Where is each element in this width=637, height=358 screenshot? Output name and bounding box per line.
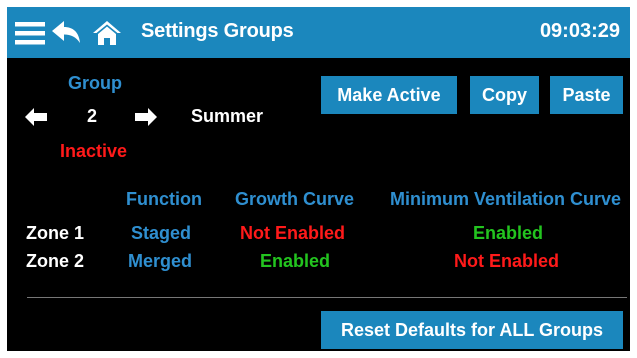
device-frame: Settings Groups 09:03:29 Group 2 Summer … — [0, 0, 637, 358]
group-label: Group — [68, 73, 122, 93]
paste-button[interactable]: Paste — [550, 76, 623, 114]
zone-2-function[interactable]: Merged — [128, 251, 192, 272]
zone-1-min-vent-curve[interactable]: Enabled — [473, 223, 543, 244]
screen: Settings Groups 09:03:29 Group 2 Summer … — [7, 7, 630, 351]
header-function: Function — [126, 189, 202, 209]
group-name: Summer — [191, 106, 264, 126]
copy-button[interactable]: Copy — [470, 76, 539, 114]
clock: 09:03:29 — [539, 20, 620, 42]
home-icon[interactable] — [91, 19, 123, 47]
header-growth-curve: Growth Curve — [235, 189, 355, 209]
header-minimum-ventilation-curve: Minimum Ventilation Curve — [390, 189, 622, 209]
zone-1-function[interactable]: Staged — [131, 223, 191, 244]
zone-1-growth-curve[interactable]: Not Enabled — [240, 223, 345, 244]
page-title: Settings Groups — [141, 20, 294, 42]
back-icon[interactable] — [51, 19, 81, 47]
zone-1-label: Zone 1 — [26, 223, 85, 243]
group-status: Inactive — [60, 141, 128, 161]
zone-2-label: Zone 2 — [26, 251, 85, 271]
group-number: 2 — [87, 106, 98, 126]
reset-defaults-button[interactable]: Reset Defaults for ALL Groups — [321, 311, 623, 349]
divider — [27, 297, 627, 298]
make-active-button[interactable]: Make Active — [321, 76, 457, 114]
arrow-right-icon[interactable] — [135, 108, 157, 126]
menu-icon[interactable] — [15, 19, 45, 47]
arrow-left-icon[interactable] — [25, 108, 47, 126]
zone-2-min-vent-curve[interactable]: Not Enabled — [454, 251, 559, 272]
top-bar: Settings Groups 09:03:29 — [7, 7, 630, 58]
zone-2-growth-curve[interactable]: Enabled — [260, 251, 330, 272]
